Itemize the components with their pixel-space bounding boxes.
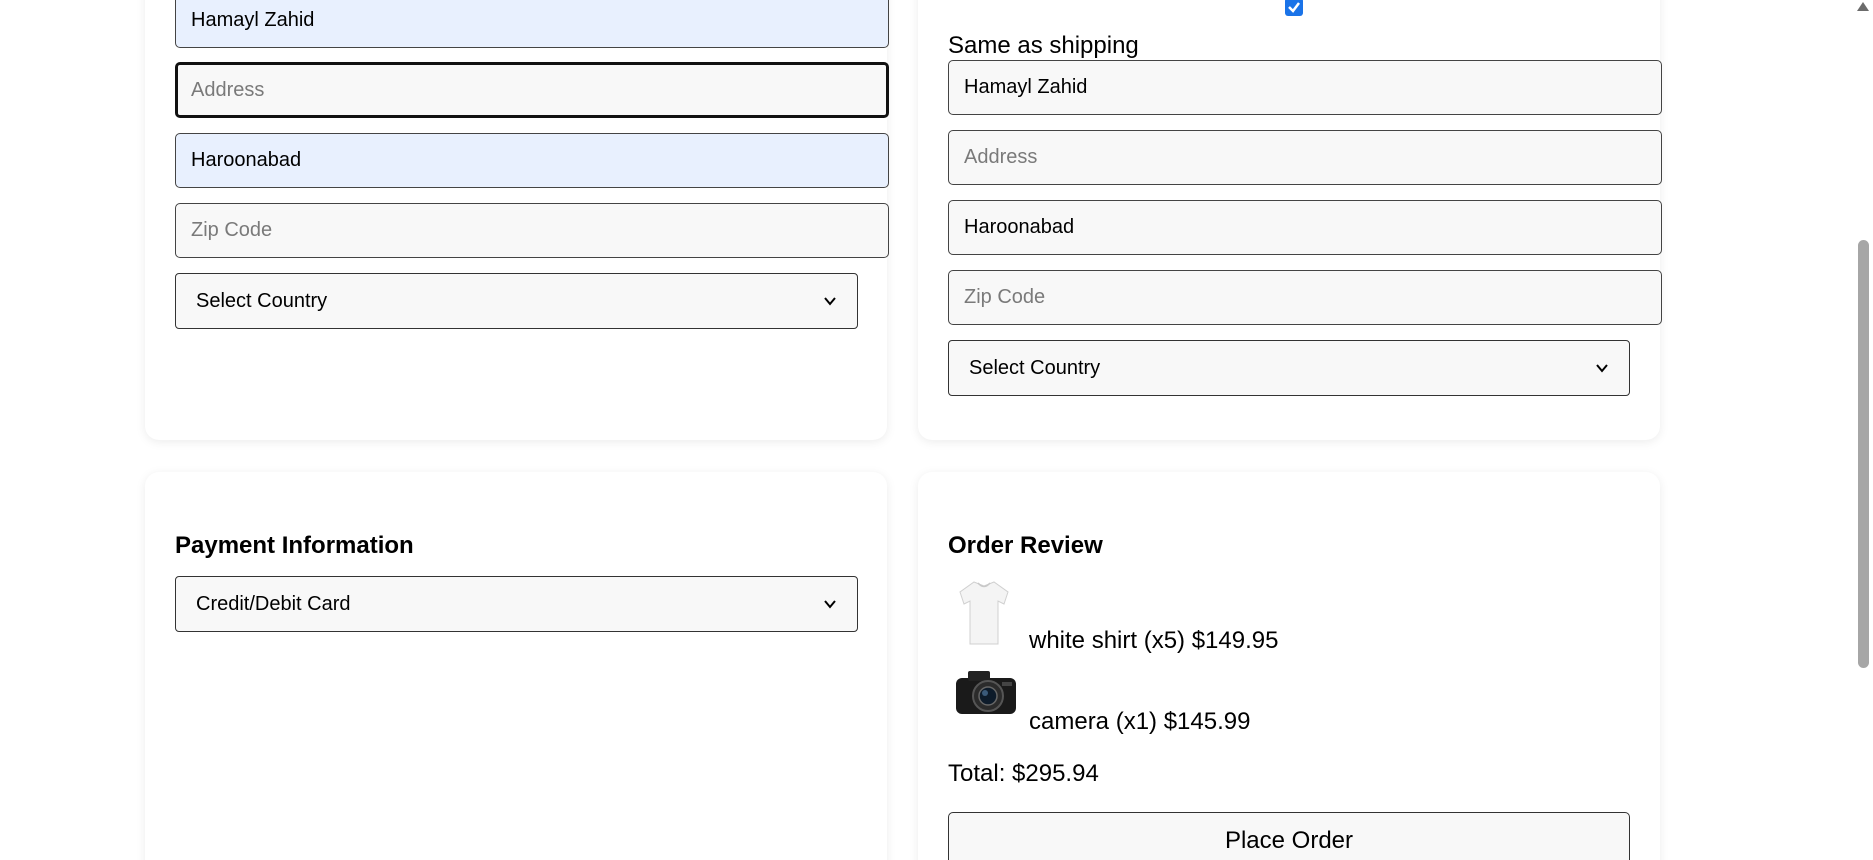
billing-address-input[interactable] bbox=[948, 130, 1662, 185]
place-order-button[interactable]: Place Order bbox=[948, 812, 1630, 860]
order-item-shirt: white shirt (x5) $149.95 bbox=[1029, 627, 1279, 654]
scroll-up-arrow-icon[interactable] bbox=[1857, 2, 1869, 11]
page-scrollbar[interactable] bbox=[1853, 0, 1873, 860]
camera-image bbox=[956, 671, 1016, 714]
billing-city-input[interactable] bbox=[948, 200, 1662, 255]
payment-method-select[interactable]: Credit/Debit Card bbox=[175, 576, 858, 632]
order-total: Total: $295.94 bbox=[948, 760, 1099, 787]
chevron-down-icon bbox=[824, 297, 836, 306]
checkmark-icon bbox=[1288, 2, 1300, 13]
chevron-down-icon bbox=[824, 600, 836, 609]
order-review-title: Order Review bbox=[948, 532, 1103, 559]
shipping-zip-input[interactable] bbox=[175, 203, 889, 258]
payment-card bbox=[145, 472, 887, 860]
checkout-page: Select Country Same as shipping Select C… bbox=[0, 0, 1873, 860]
chevron-down-icon bbox=[1596, 364, 1608, 373]
shipping-country-value: Select Country bbox=[196, 289, 328, 312]
shipping-name-input[interactable] bbox=[175, 0, 889, 48]
payment-title: Payment Information bbox=[175, 532, 414, 559]
shipping-city-input[interactable] bbox=[175, 133, 889, 188]
same-as-shipping-checkbox[interactable] bbox=[1285, 0, 1303, 16]
order-review-card bbox=[918, 472, 1660, 860]
billing-country-select[interactable]: Select Country bbox=[948, 340, 1630, 396]
billing-name-input[interactable] bbox=[948, 60, 1662, 115]
shipping-country-select[interactable]: Select Country bbox=[175, 273, 858, 329]
shipping-address-input[interactable] bbox=[175, 62, 889, 118]
payment-method-value: Credit/Debit Card bbox=[196, 592, 351, 615]
same-as-shipping-label: Same as shipping bbox=[948, 32, 1139, 59]
white-shirt-image bbox=[959, 581, 1009, 645]
order-item-camera: camera (x1) $145.99 bbox=[1029, 708, 1251, 735]
scrollbar-thumb[interactable] bbox=[1858, 240, 1869, 668]
billing-country-value: Select Country bbox=[969, 356, 1101, 379]
billing-zip-input[interactable] bbox=[948, 270, 1662, 325]
